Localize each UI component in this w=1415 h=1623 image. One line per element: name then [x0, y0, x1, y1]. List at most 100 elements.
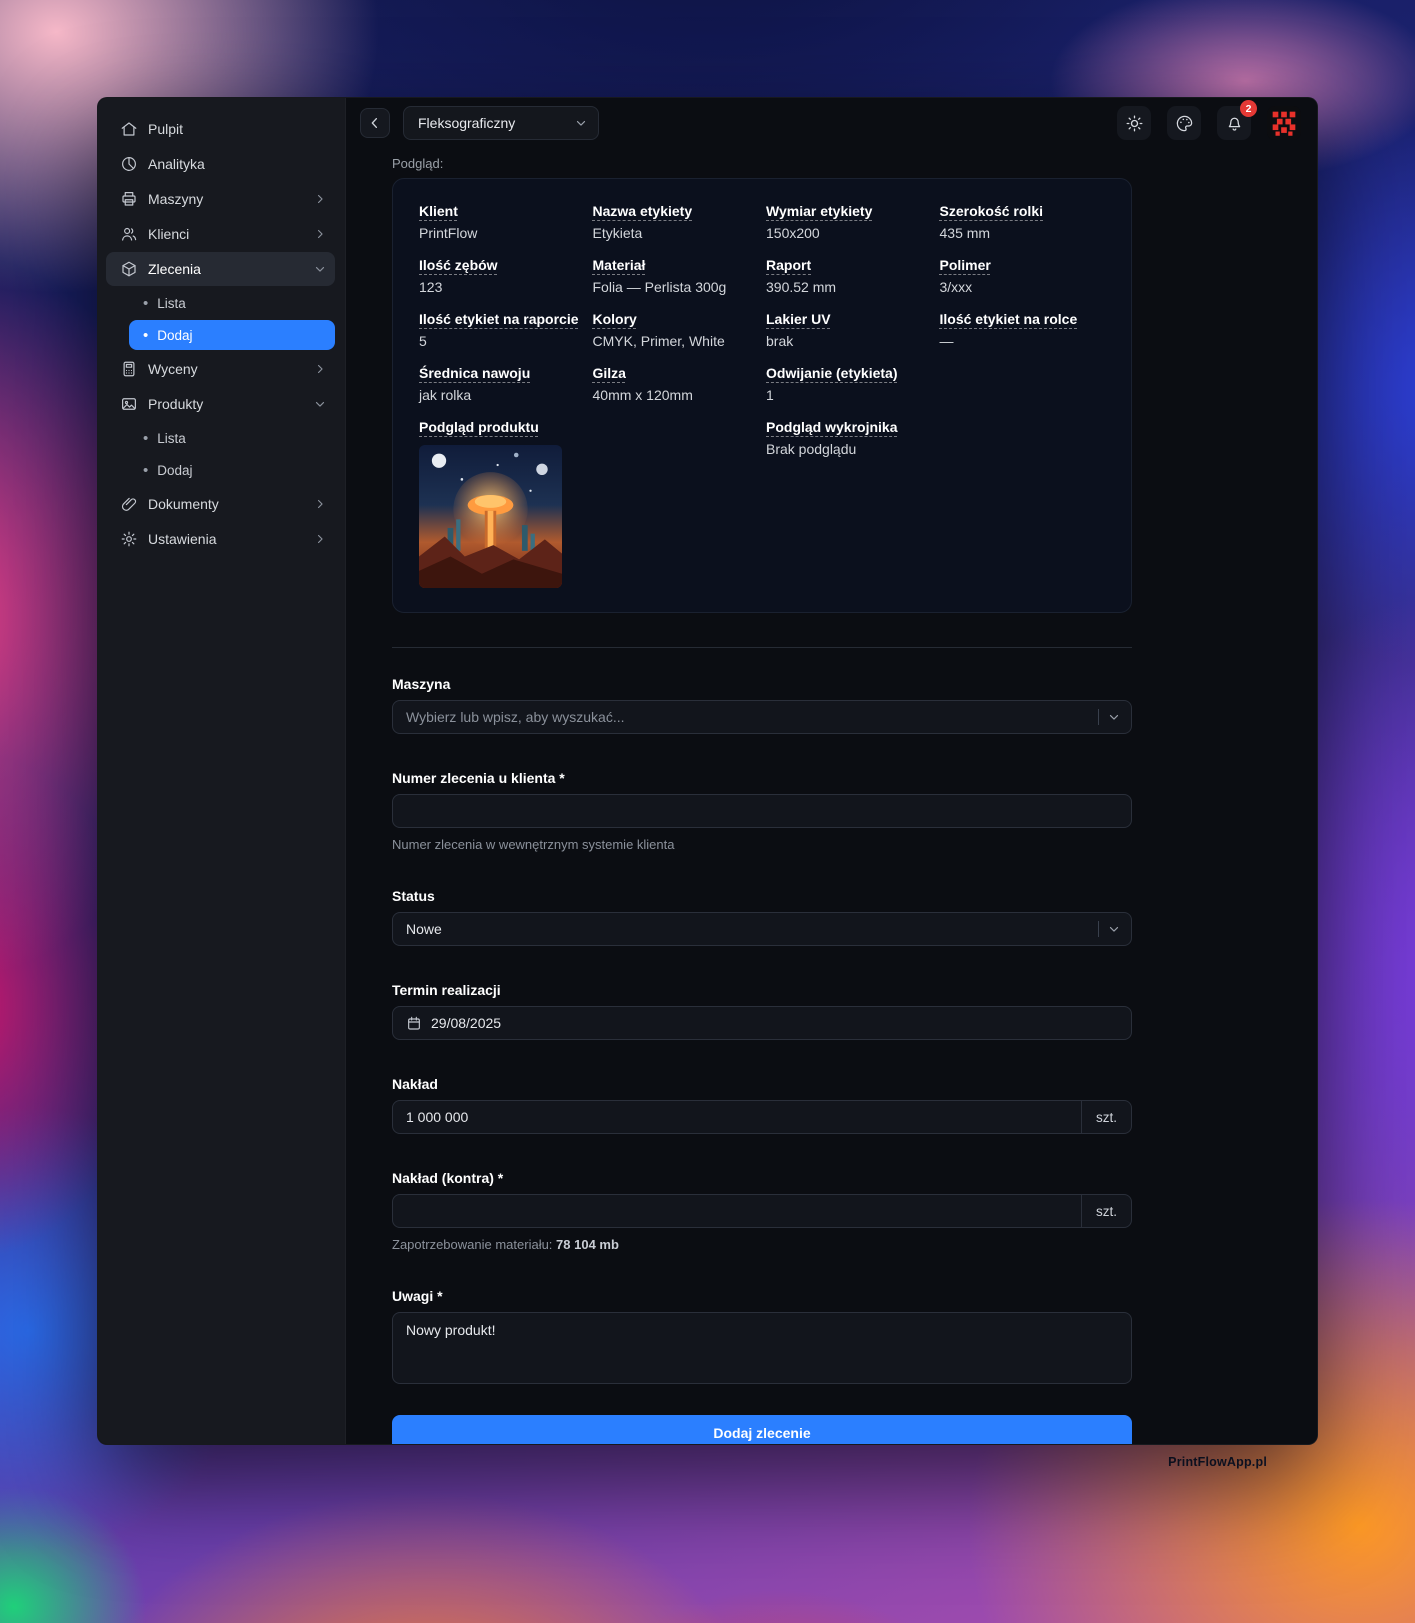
- notifications-button[interactable]: 2: [1217, 106, 1251, 140]
- status-label: Status: [392, 888, 1132, 904]
- sidebar-item-wyceny[interactable]: Wyceny: [106, 352, 335, 386]
- sidebar-item-label: Pulpit: [148, 121, 327, 137]
- palette-button[interactable]: [1167, 106, 1201, 140]
- field-status: Status Nowe: [392, 888, 1132, 946]
- sidebar-item-label: Klienci: [148, 226, 303, 242]
- page-content: Podgląd: KlientPrintFlow Nazwa etykietyE…: [346, 148, 1317, 1444]
- field-naklad: Nakład szt.: [392, 1076, 1132, 1134]
- back-button[interactable]: [360, 108, 390, 138]
- sidebar-item-maszyny[interactable]: Maszyny: [106, 182, 335, 216]
- maszyna-placeholder: Wybierz lub wpisz, aby wyszukać...: [406, 709, 1098, 725]
- die-preview-value: Brak podglądu: [766, 441, 1105, 457]
- image-icon: [120, 395, 138, 413]
- sidebar-subitem-zlecenia-lista[interactable]: Lista: [129, 288, 335, 318]
- process-select[interactable]: Fleksograficzny: [403, 106, 599, 140]
- section-divider: [392, 647, 1132, 648]
- order-number-label: Numer zlecenia u klienta *: [392, 770, 1132, 786]
- preview-field: Wymiar etykiety150x200: [766, 203, 932, 241]
- main-area: Fleksograficzny: [346, 98, 1317, 1444]
- users-icon: [120, 225, 138, 243]
- user-avatar[interactable]: [1267, 106, 1301, 140]
- app-window: Pulpit Analityka Maszyny: [97, 97, 1318, 1445]
- preview-field: Raport390.52 mm: [766, 257, 932, 295]
- preview-field: Średnica nawojujak rolka: [419, 365, 585, 403]
- sidebar-item-pulpit[interactable]: Pulpit: [106, 112, 335, 146]
- order-number-input[interactable]: [392, 794, 1132, 828]
- sun-icon: [1125, 114, 1144, 133]
- palette-icon: [1175, 114, 1194, 133]
- select-divider: [1098, 709, 1099, 725]
- field-naklad-kontra: Nakład (kontra) * szt. Zapotrzebowanie m…: [392, 1170, 1132, 1252]
- sidebar-subitem-produkty-lista[interactable]: Lista: [129, 423, 335, 453]
- topbar: Fleksograficzny: [346, 98, 1317, 148]
- order-number-helper: Numer zlecenia w wewnętrznym systemie kl…: [392, 837, 1132, 852]
- sidebar-item-label: Maszyny: [148, 191, 303, 207]
- die-preview-label: Podgląd wykrojnika: [766, 419, 1105, 435]
- sidebar-item-label: Produkty: [148, 396, 303, 412]
- preview-field: Polimer3/xxx: [940, 257, 1106, 295]
- product-preview-image: [419, 445, 562, 588]
- maszyna-select[interactable]: Wybierz lub wpisz, aby wyszukać...: [392, 700, 1132, 734]
- theme-brightness-button[interactable]: [1117, 106, 1151, 140]
- uwagi-textarea[interactable]: Nowy produkt!: [392, 1312, 1132, 1384]
- package-icon: [120, 260, 138, 278]
- chevron-down-icon: [313, 397, 327, 411]
- preview-field: Nazwa etykietyEtykieta: [593, 203, 759, 241]
- material-requirement-helper: Zapotrzebowanie materiału: 78 104 mb: [392, 1237, 1132, 1252]
- field-maszyna: Maszyna Wybierz lub wpisz, aby wyszukać.…: [392, 676, 1132, 734]
- preview-field: Ilość etykiet na raporcie5: [419, 311, 585, 349]
- sidebar-item-produkty[interactable]: Produkty: [106, 387, 335, 421]
- paperclip-icon: [120, 495, 138, 513]
- deadline-date-input[interactable]: 29/08/2025: [392, 1006, 1132, 1040]
- chevron-right-icon: [313, 192, 327, 206]
- sidebar-subitem-produkty-dodaj[interactable]: Dodaj: [129, 455, 335, 485]
- naklad-input-group: szt.: [392, 1100, 1132, 1134]
- preview-field: KlientPrintFlow: [419, 203, 585, 241]
- printer-icon: [120, 190, 138, 208]
- home-icon: [120, 120, 138, 138]
- chevron-down-icon: [574, 116, 588, 130]
- sidebar: Pulpit Analityka Maszyny: [98, 98, 346, 1444]
- chevron-down-icon: [1107, 922, 1121, 936]
- preview-field: Gilza40mm x 120mm: [593, 365, 759, 403]
- deadline-value: 29/08/2025: [431, 1015, 1121, 1031]
- preview-heading: Podgląd:: [392, 156, 1132, 171]
- naklad-kontra-input[interactable]: [393, 1195, 1081, 1227]
- sidebar-item-ustawienia[interactable]: Ustawienia: [106, 522, 335, 556]
- field-uwagi: Uwagi * Nowy produkt!: [392, 1288, 1132, 1384]
- status-value: Nowe: [406, 921, 1098, 937]
- naklad-input[interactable]: [393, 1101, 1081, 1133]
- sidebar-subitem-label: Dodaj: [157, 328, 192, 343]
- sidebar-item-analityka[interactable]: Analityka: [106, 147, 335, 181]
- preview-field: Szerokość rolki435 mm: [940, 203, 1106, 241]
- sidebar-item-zlecenia[interactable]: Zlecenia: [106, 252, 335, 286]
- sidebar-item-label: Ustawienia: [148, 531, 303, 547]
- preview-field: Lakier UVbrak: [766, 311, 932, 349]
- order-preview-panel: KlientPrintFlow Nazwa etykietyEtykieta W…: [392, 178, 1132, 613]
- topbar-actions: 2: [1117, 106, 1301, 140]
- field-deadline: Termin realizacji 29/08/2025: [392, 982, 1132, 1040]
- sidebar-subitem-zlecenia-dodaj[interactable]: Dodaj: [129, 320, 335, 350]
- product-preview-label: Podgląd produktu: [419, 419, 758, 435]
- sidebar-item-klienci[interactable]: Klienci: [106, 217, 335, 251]
- naklad-kontra-suffix: szt.: [1081, 1195, 1131, 1227]
- wallpaper-watermark: PrintFlowApp.pl: [1168, 1455, 1267, 1469]
- sidebar-item-dokumenty[interactable]: Dokumenty: [106, 487, 335, 521]
- calendar-icon: [406, 1015, 422, 1031]
- calculator-icon: [120, 360, 138, 378]
- sidebar-item-label: Dokumenty: [148, 496, 303, 512]
- gear-icon: [120, 530, 138, 548]
- chevron-right-icon: [313, 532, 327, 546]
- sidebar-subitem-label: Lista: [157, 296, 186, 311]
- deadline-label: Termin realizacji: [392, 982, 1132, 998]
- sidebar-subitem-label: Lista: [157, 431, 186, 446]
- sidebar-subitem-label: Dodaj: [157, 463, 192, 478]
- preview-field: KoloryCMYK, Primer, White: [593, 311, 759, 349]
- status-select[interactable]: Nowe: [392, 912, 1132, 946]
- select-divider: [1098, 921, 1099, 937]
- sidebar-item-label: Zlecenia: [148, 261, 303, 277]
- submit-order-button[interactable]: Dodaj zlecenie: [392, 1415, 1132, 1444]
- chevron-right-icon: [313, 497, 327, 511]
- analytics-icon: [120, 155, 138, 173]
- preview-field: MateriałFolia — Perlista 300g: [593, 257, 759, 295]
